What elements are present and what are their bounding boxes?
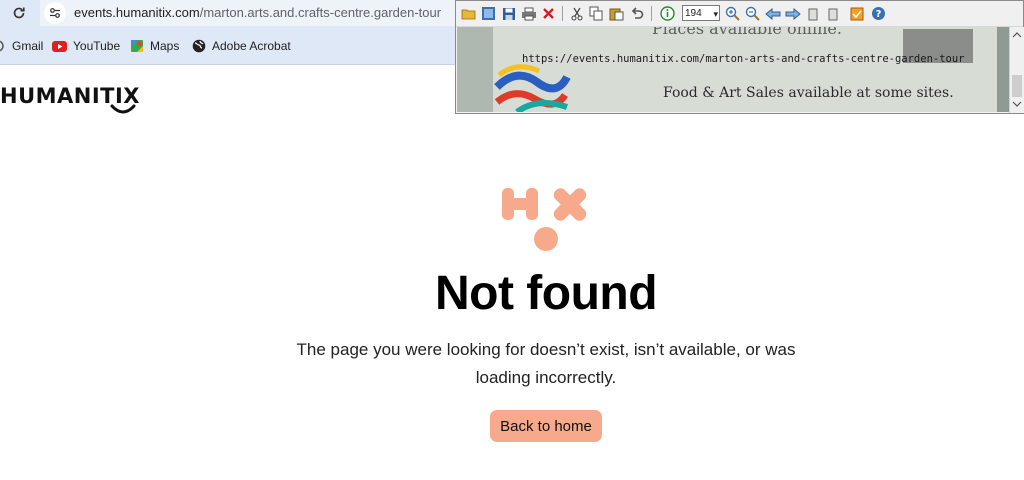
- url-path: /marton.arts.and.crafts-centre.garden-to…: [199, 5, 442, 20]
- url-text[interactable]: events.humanitix.com/marton.arts.and.cra…: [74, 5, 441, 20]
- bookmark-label: Maps: [150, 39, 180, 53]
- paste-button[interactable]: [608, 5, 625, 22]
- paste-icon: [609, 8, 624, 21]
- bookmark-label: Gmail: [12, 39, 44, 53]
- error-message: The page you were looking for doesn’t ex…: [296, 340, 796, 387]
- cut-button[interactable]: [568, 5, 585, 22]
- toolbar-separator: [651, 6, 652, 21]
- toolbar-separator: [562, 6, 563, 21]
- rotate-left-icon: [808, 8, 817, 20]
- bookmark-label: YouTube: [73, 39, 121, 53]
- rotate-right-button[interactable]: [824, 5, 841, 22]
- site-info-button[interactable]: [44, 2, 66, 24]
- settings-button[interactable]: [848, 5, 865, 22]
- bookmark-maps[interactable]: Maps: [130, 37, 179, 55]
- delete-button[interactable]: [540, 5, 557, 22]
- bookmark-gmail[interactable]: Gmail: [0, 37, 43, 55]
- scroll-up-icon: [1012, 32, 1022, 38]
- maps-icon: [131, 40, 143, 52]
- arrow-right-icon: [785, 7, 801, 20]
- info-icon: [660, 6, 675, 21]
- copy-button[interactable]: [588, 5, 605, 22]
- image-viewer-window: 194 ▾ ? Places available online. https:/…: [455, 0, 1024, 114]
- tune-icon: [50, 8, 60, 18]
- bookmark-adobe-acrobat[interactable]: Adobe Acrobat: [192, 37, 291, 55]
- bookmark-label: Adobe Acrobat: [212, 39, 291, 53]
- photo-handwritten-url: https://events.humanitix.com/marton-arts…: [522, 53, 965, 65]
- save-button[interactable]: [500, 5, 517, 22]
- scroll-down-icon: [1012, 101, 1022, 107]
- undo-button[interactable]: [628, 5, 645, 22]
- logo-smile-icon: [110, 104, 136, 114]
- bookmark-youtube[interactable]: YouTube: [52, 37, 120, 55]
- zoom-in-icon: [725, 6, 740, 21]
- photo-text-line2: Food & Art Sales available at some sites…: [663, 85, 954, 101]
- scroll-thumb[interactable]: [1012, 75, 1022, 97]
- undo-icon: [631, 6, 643, 19]
- checklist-icon: [850, 7, 863, 20]
- hx-logo-icon: [502, 188, 587, 251]
- help-button[interactable]: ?: [870, 5, 887, 22]
- copy-icon: [589, 6, 603, 21]
- zoom-out-icon: [745, 6, 760, 21]
- open-button[interactable]: [460, 5, 477, 22]
- youtube-icon: [52, 40, 67, 52]
- globe-icon: [192, 39, 206, 53]
- zoom-out-button[interactable]: [744, 5, 761, 22]
- delete-x-icon: [543, 8, 554, 19]
- help-icon: ?: [872, 7, 885, 20]
- previous-button[interactable]: [764, 5, 781, 22]
- reload-icon: [13, 7, 25, 19]
- rotate-right-icon: [828, 8, 837, 20]
- open-folder-icon: [461, 9, 475, 19]
- filmstrip-icon: [482, 7, 495, 20]
- zoom-in-button[interactable]: [724, 5, 741, 22]
- viewer-scrollbar[interactable]: [1009, 27, 1024, 113]
- next-button[interactable]: [784, 5, 801, 22]
- scissors-icon: [571, 7, 582, 20]
- page-title: Not found: [434, 267, 658, 320]
- zoom-value: 194: [685, 8, 702, 19]
- thumbnails-button[interactable]: [480, 5, 497, 22]
- info-button[interactable]: [659, 5, 676, 22]
- zoom-select[interactable]: 194 ▾: [682, 5, 720, 21]
- arrow-left-icon: [764, 7, 780, 20]
- gmail-icon: [0, 40, 4, 52]
- save-icon: [502, 7, 515, 20]
- viewer-image: Places available online. https://events.…: [457, 27, 1009, 112]
- url-domain: events.humanitix.com: [74, 5, 200, 20]
- back-to-home-button[interactable]: Back to home: [490, 410, 602, 442]
- photo-text-line1: Places available online.: [652, 27, 842, 38]
- print-icon: [521, 7, 536, 20]
- rotate-left-button[interactable]: [804, 5, 821, 22]
- reload-button[interactable]: [9, 3, 29, 23]
- chevron-down-icon: ▾: [713, 9, 718, 19]
- print-button[interactable]: [520, 5, 537, 22]
- viewer-toolbar: 194 ▾ ?: [456, 1, 1023, 27]
- svg-text:?: ?: [876, 9, 882, 20]
